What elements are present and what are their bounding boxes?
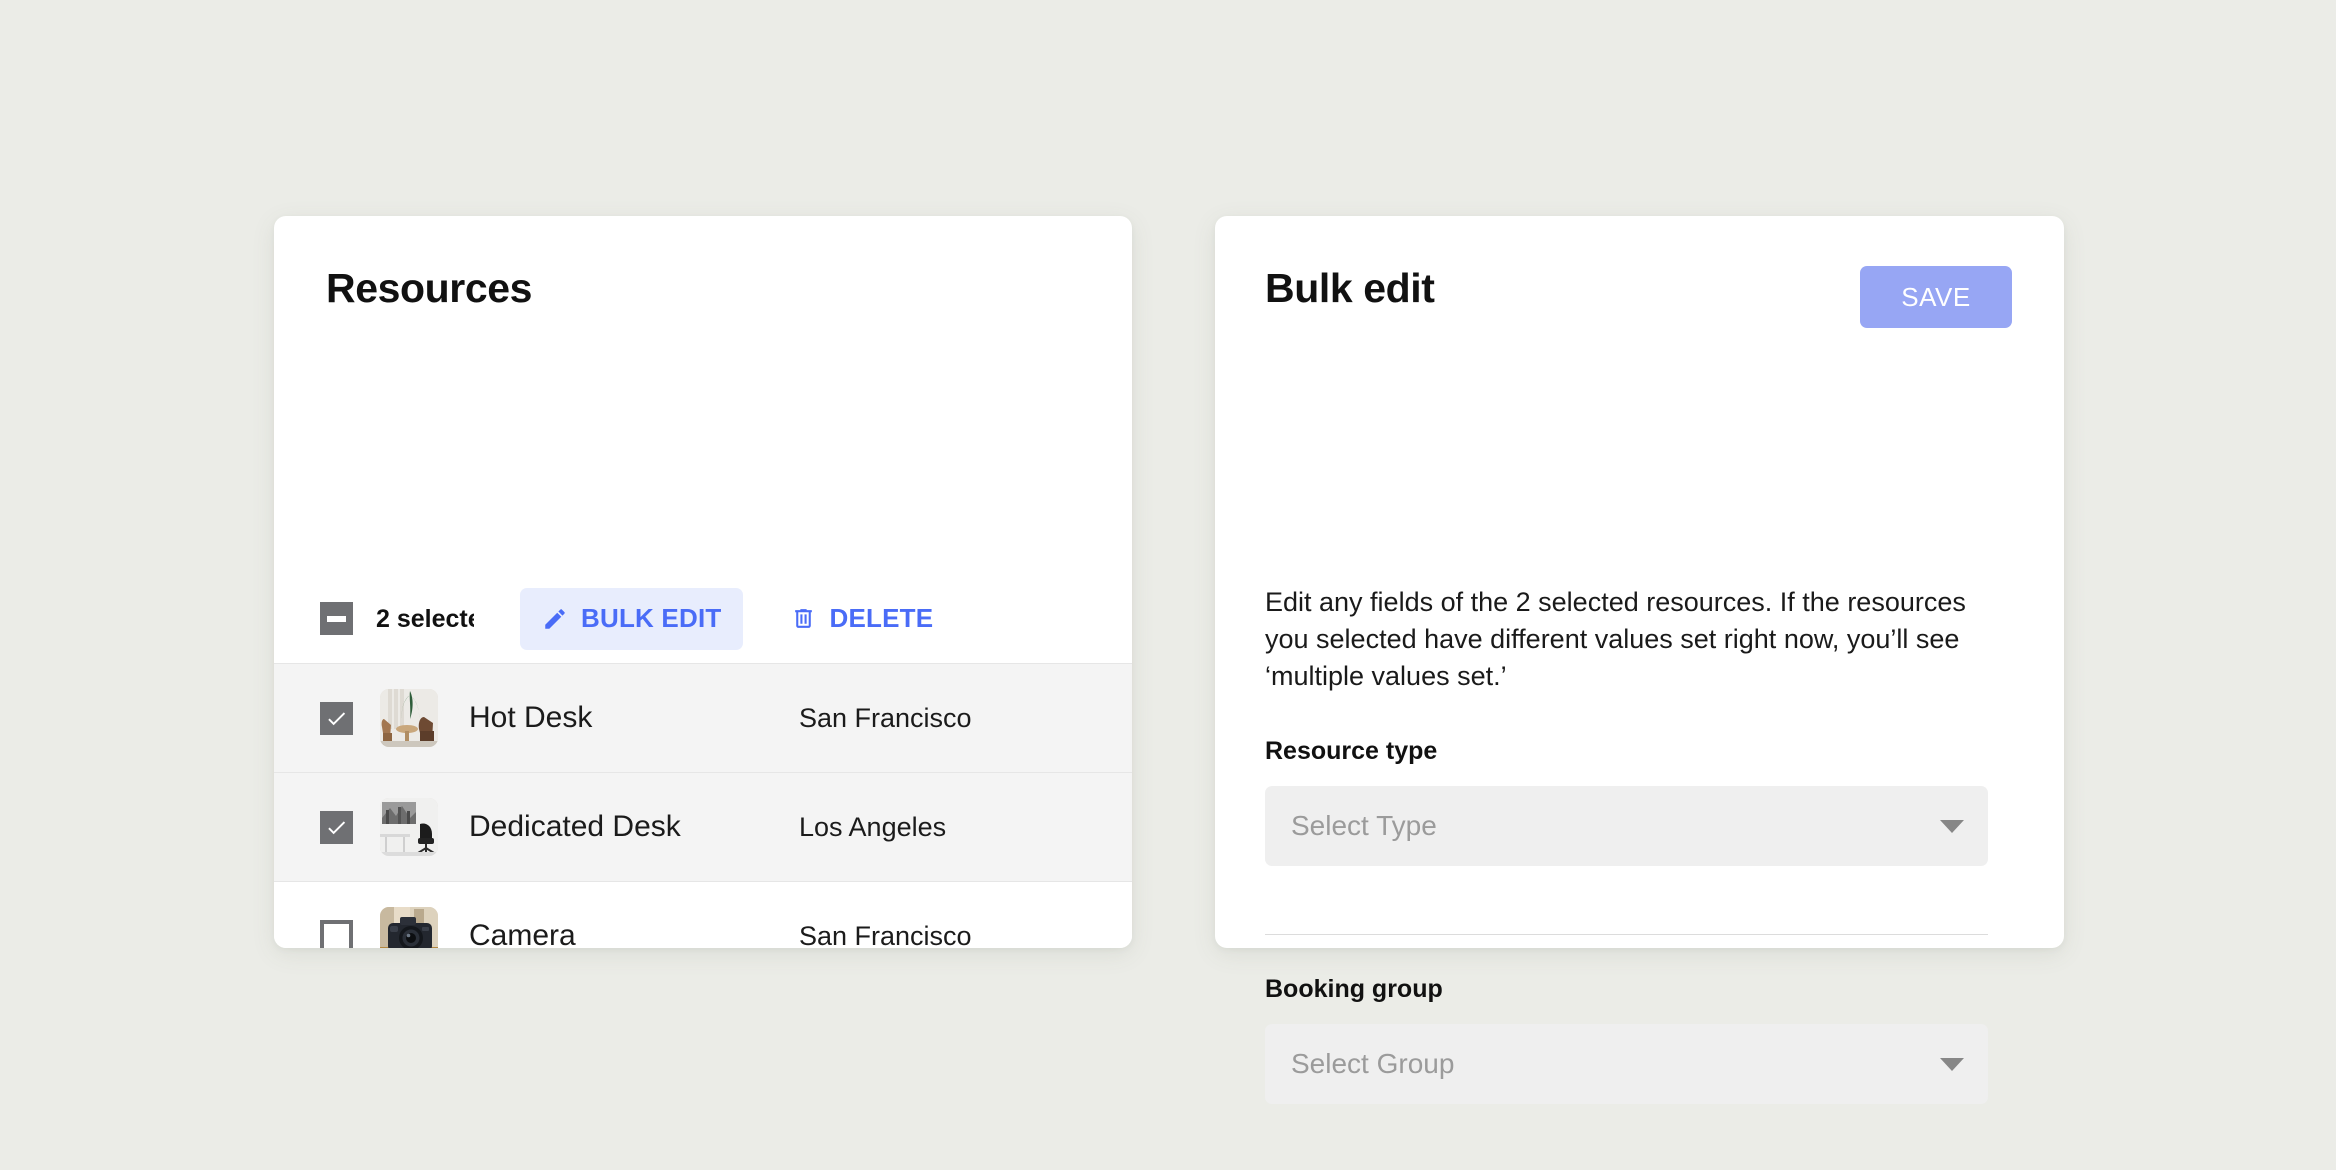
chevron-down-icon — [1940, 1057, 1964, 1071]
bulk-edit-panel: Bulk edit SAVE Edit any fields of the 2 … — [1215, 216, 2064, 1104]
row-checkbox[interactable] — [320, 810, 353, 844]
resource-type-label: Resource type — [1265, 737, 1438, 765]
dslr-camera-photo-icon — [380, 907, 438, 948]
bulk-edit-label: BULK EDIT — [581, 603, 722, 633]
resource-name: Camera — [469, 919, 576, 948]
field-divider — [1265, 934, 1988, 935]
pencil-icon — [545, 608, 565, 629]
resource-name: Dedicated Desk — [469, 810, 681, 843]
trash-icon — [795, 609, 813, 628]
resource-type-select[interactable]: Select Type — [1265, 786, 1988, 866]
resource-thumbnail — [380, 689, 438, 747]
resource-thumbnail — [380, 907, 438, 948]
bulk-edit-title: Bulk edit — [1265, 265, 1435, 311]
booking-group-label: Booking group — [1265, 975, 1443, 1003]
selection-toolbar: 2 selected BULK EDIT DELETE — [274, 574, 1132, 664]
check-icon — [328, 820, 346, 834]
table-row[interactable]: Camera San Francisco — [274, 882, 1132, 948]
table-row[interactable]: Hot Desk San Francisco — [274, 664, 1132, 773]
booking-group-placeholder: Select Group — [1291, 1048, 1455, 1079]
delete-button[interactable]: DELETE — [769, 588, 955, 650]
booking-group-select[interactable]: Select Group — [1265, 1024, 1988, 1104]
resource-name: Hot Desk — [469, 701, 593, 734]
resource-type-placeholder: Select Type — [1291, 810, 1437, 841]
lounge-chairs-plant-photo-icon — [380, 689, 438, 747]
resource-thumbnail — [380, 798, 438, 856]
select-all-checkbox[interactable] — [320, 602, 353, 635]
app-background: Resources 2 selected BULK EDIT DELETE — [0, 0, 2336, 1170]
resource-location: San Francisco — [799, 703, 972, 733]
desk-office-chair-photo-icon — [380, 798, 438, 856]
page-title: Resources — [326, 265, 533, 311]
row-checkbox[interactable] — [320, 701, 353, 735]
bulk-edit-description: Edit any fields of the 2 selected resour… — [1265, 587, 1966, 691]
delete-label: DELETE — [829, 603, 934, 633]
indeterminate-dash-icon — [327, 615, 346, 622]
chevron-down-icon — [1940, 819, 1964, 833]
bulk-edit-button[interactable]: BULK EDIT — [520, 587, 744, 650]
table-row[interactable]: Dedicated Desk Los Angeles — [274, 773, 1132, 882]
selected-count-label: 2 selected — [376, 604, 474, 633]
resources-panel: Resources 2 selected BULK EDIT DELETE — [274, 216, 1132, 948]
save-button[interactable]: SAVE — [1860, 266, 2012, 328]
resource-location: Los Angeles — [799, 812, 947, 842]
check-icon — [328, 711, 346, 725]
resources-list: Hot Desk San Francisco Dedicated Desk Lo… — [274, 664, 1132, 948]
row-checkbox[interactable] — [320, 919, 353, 948]
resource-location: San Francisco — [799, 921, 972, 948]
